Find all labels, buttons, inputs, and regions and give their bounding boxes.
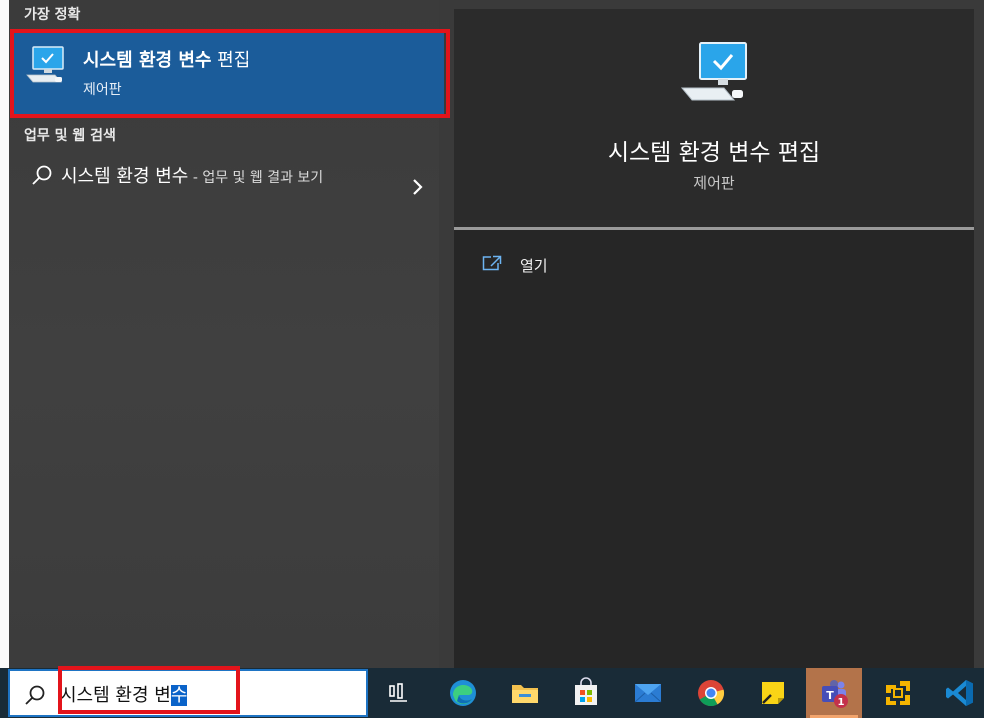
best-match-header: 가장 정확 <box>24 7 81 23</box>
taskbar-search-box[interactable]: 시스템 환경 변수 <box>8 666 368 717</box>
web-search-header: 업무 및 웹 검색 <box>24 128 116 144</box>
best-match-title-rest: 편집 <box>211 50 251 71</box>
best-match-result[interactable]: 시스템 환경 변수 편집 제어판 <box>12 31 444 115</box>
open-label: 열기 <box>520 257 548 275</box>
chrome-button[interactable] <box>683 668 739 718</box>
detail-divider <box>454 227 974 230</box>
detail-title: 시스템 환경 변수 편집 <box>607 140 821 166</box>
web-search-query: 시스템 환경 변수 <box>61 166 189 187</box>
vscode-button[interactable] <box>932 668 984 718</box>
folder-icon <box>512 685 538 703</box>
edge-button[interactable] <box>435 668 491 718</box>
microsoft-store-button[interactable] <box>558 668 614 718</box>
best-match-title: 시스템 환경 변수 편집 <box>83 46 250 72</box>
search-icon <box>25 685 45 705</box>
svg-text:T: T <box>826 689 834 702</box>
teams-badge-count: 1 <box>838 697 845 708</box>
sticky-notes-icon <box>762 682 784 704</box>
detail-header: 시스템 환경 변수 편집 제어판 <box>454 9 974 227</box>
taskbar: 시스템 환경 변수 T 1 <box>0 666 984 718</box>
search-input[interactable]: 시스템 환경 변수 <box>60 681 188 707</box>
detail-subtitle: 제어판 <box>693 174 735 192</box>
mail-icon <box>634 684 662 703</box>
vscode-icon <box>946 680 973 706</box>
vmware-button[interactable] <box>870 668 926 718</box>
teams-button[interactable]: T 1 <box>806 668 862 718</box>
store-icon <box>575 677 597 705</box>
search-icon <box>32 165 52 185</box>
edge-icon <box>450 680 476 706</box>
computer-monitor-icon <box>680 42 747 101</box>
web-search-text: 시스템 환경 변수 - 업무 및 웹 결과 보기 <box>61 163 381 192</box>
web-search-result[interactable]: 시스템 환경 변수 - 업무 및 웹 결과 보기 <box>18 160 428 220</box>
sticky-notes-button[interactable] <box>745 668 801 718</box>
file-explorer-button[interactable] <box>497 668 553 718</box>
teams-icon: T 1 <box>822 680 848 708</box>
best-match-title-bold: 시스템 환경 변수 <box>83 50 212 71</box>
mail-button[interactable] <box>620 668 676 718</box>
web-search-suffix: - 업무 및 웹 결과 보기 <box>188 170 324 186</box>
best-match-subtitle: 제어판 <box>83 82 122 98</box>
open-external-icon <box>482 255 502 271</box>
open-action[interactable]: 열기 <box>482 251 682 281</box>
detail-pane: 시스템 환경 변수 편집 제어판 열기 <box>454 9 974 668</box>
chrome-icon <box>698 680 725 707</box>
computer-monitor-icon <box>26 46 64 83</box>
vmware-icon <box>886 681 910 705</box>
search-text-selected: 수 <box>170 685 188 706</box>
chevron-right-icon[interactable] <box>410 178 424 196</box>
task-view-button[interactable] <box>371 668 427 718</box>
search-results-pane: 가장 정확 시스템 환경 변수 편집 제어판 업무 및 웹 검색 시스템 환경 … <box>0 0 450 668</box>
search-text-plain: 시스템 환경 변 <box>60 685 171 706</box>
windows-search-panel: 가장 정확 시스템 환경 변수 편집 제어판 업무 및 웹 검색 시스템 환경 … <box>0 0 984 718</box>
task-view-icon <box>389 683 407 702</box>
